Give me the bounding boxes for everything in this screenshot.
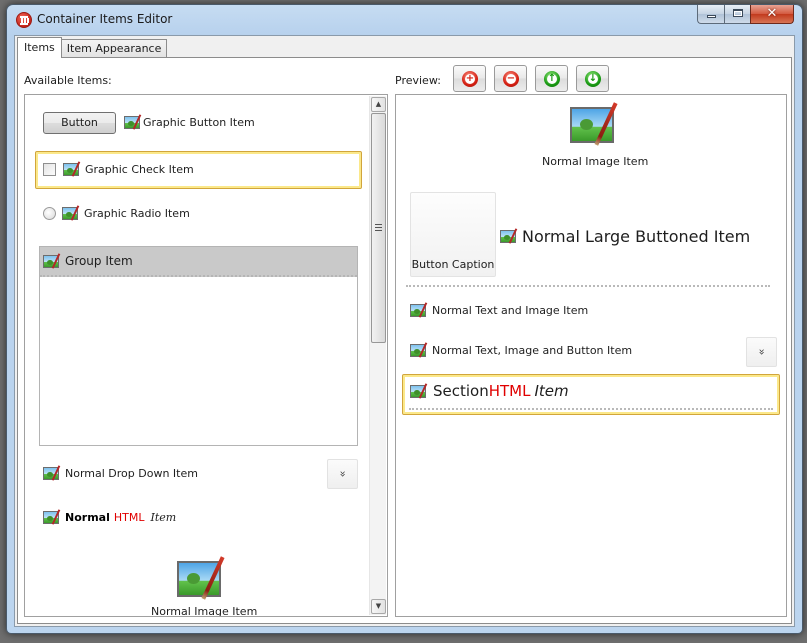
arrow-up-icon: ↑ [544,71,560,87]
preview-label: Preview: [395,74,441,87]
container-items-editor-window: Container Items Editor ✕ Items Item Appe… [6,4,803,634]
normal-text-and-image-item[interactable]: Normal Text and Image Item [410,304,588,317]
normal-html-item[interactable]: Normal HTML Item [43,511,176,524]
tab-body-items: Available Items: Preview: + − ↑ ↓ Button… [17,57,792,624]
available-items-list[interactable]: Button Graphic Button Item Graphic Check… [24,94,388,617]
arrow-down-icon: ↓ [585,71,601,87]
separator [406,285,770,287]
drop-down-button[interactable]: » [327,459,358,489]
add-icon: + [462,71,478,87]
radio-button[interactable] [43,207,56,220]
tab-item-appearance[interactable]: Item Appearance [60,39,168,58]
normal-large-buttoned-item[interactable]: Normal Large Buttoned Item [500,227,750,246]
image-icon [63,163,79,176]
grip-icon [375,224,382,231]
graphic-radio-item[interactable]: Graphic Radio Item [43,207,190,220]
checkbox[interactable] [43,163,56,176]
app-icon [16,12,32,28]
drop-down-button[interactable]: » [746,337,777,367]
minimize-icon [707,15,716,18]
scroll-up-arrow[interactable]: ▲ [371,97,386,112]
graphic-check-item-selected[interactable]: Graphic Check Item [35,151,362,189]
graphic-button-item[interactable]: Graphic Button Item [124,116,255,129]
separator [409,408,773,410]
maximize-button[interactable] [724,5,750,24]
group-item[interactable]: Group Item [39,246,358,446]
image-item-picture [570,107,614,143]
tab-strip: Items Item Appearance [17,37,168,58]
normal-drop-down-item[interactable]: Normal Drop Down Item [43,467,198,480]
add-item-button[interactable]: + [453,65,486,92]
scroll-down-arrow[interactable]: ▼ [371,599,386,614]
image-icon [43,467,59,480]
preview-panel[interactable]: Normal Image Item Button Caption Normal … [395,94,787,617]
double-chevron-down-icon: » [336,470,350,478]
image-icon [43,511,59,524]
image-icon [43,254,59,268]
remove-icon: − [503,71,519,87]
tab-items[interactable]: Items [17,37,62,58]
image-icon [410,304,426,317]
large-button[interactable]: Button Caption [410,192,496,277]
group-item-header[interactable]: Group Item [40,247,357,277]
move-up-button[interactable]: ↑ [535,65,568,92]
close-button[interactable]: ✕ [750,5,794,24]
double-chevron-down-icon: » [755,348,769,356]
move-down-button[interactable]: ↓ [576,65,609,92]
title-bar[interactable]: Container Items Editor ✕ [7,5,802,35]
scroll-thumb[interactable] [371,113,386,343]
normal-text-image-button-item[interactable]: Normal Text, Image and Button Item [410,344,632,357]
remove-item-button[interactable]: − [494,65,527,92]
image-icon [410,344,426,357]
close-icon: ✕ [766,6,778,21]
image-icon [410,384,426,398]
available-items-label: Available Items: [24,74,112,87]
image-icon [62,207,78,220]
section-html-item-selected[interactable]: Section HTML Item [402,374,780,415]
window-title: Container Items Editor [37,12,173,26]
image-icon [124,116,140,129]
image-icon [500,230,516,243]
minimize-button[interactable] [697,5,724,24]
client-area: Items Item Appearance Available Items: P… [14,35,795,627]
preview-normal-image-item[interactable]: Normal Image Item [542,155,648,168]
window-controls: ✕ [697,5,794,24]
button-item[interactable]: Button [43,112,116,134]
image-item-picture [177,561,221,597]
maximize-icon [733,9,743,17]
vertical-scrollbar[interactable]: ▲ ▼ [369,96,386,615]
normal-image-item-caption[interactable]: Normal Image Item [151,605,257,616]
